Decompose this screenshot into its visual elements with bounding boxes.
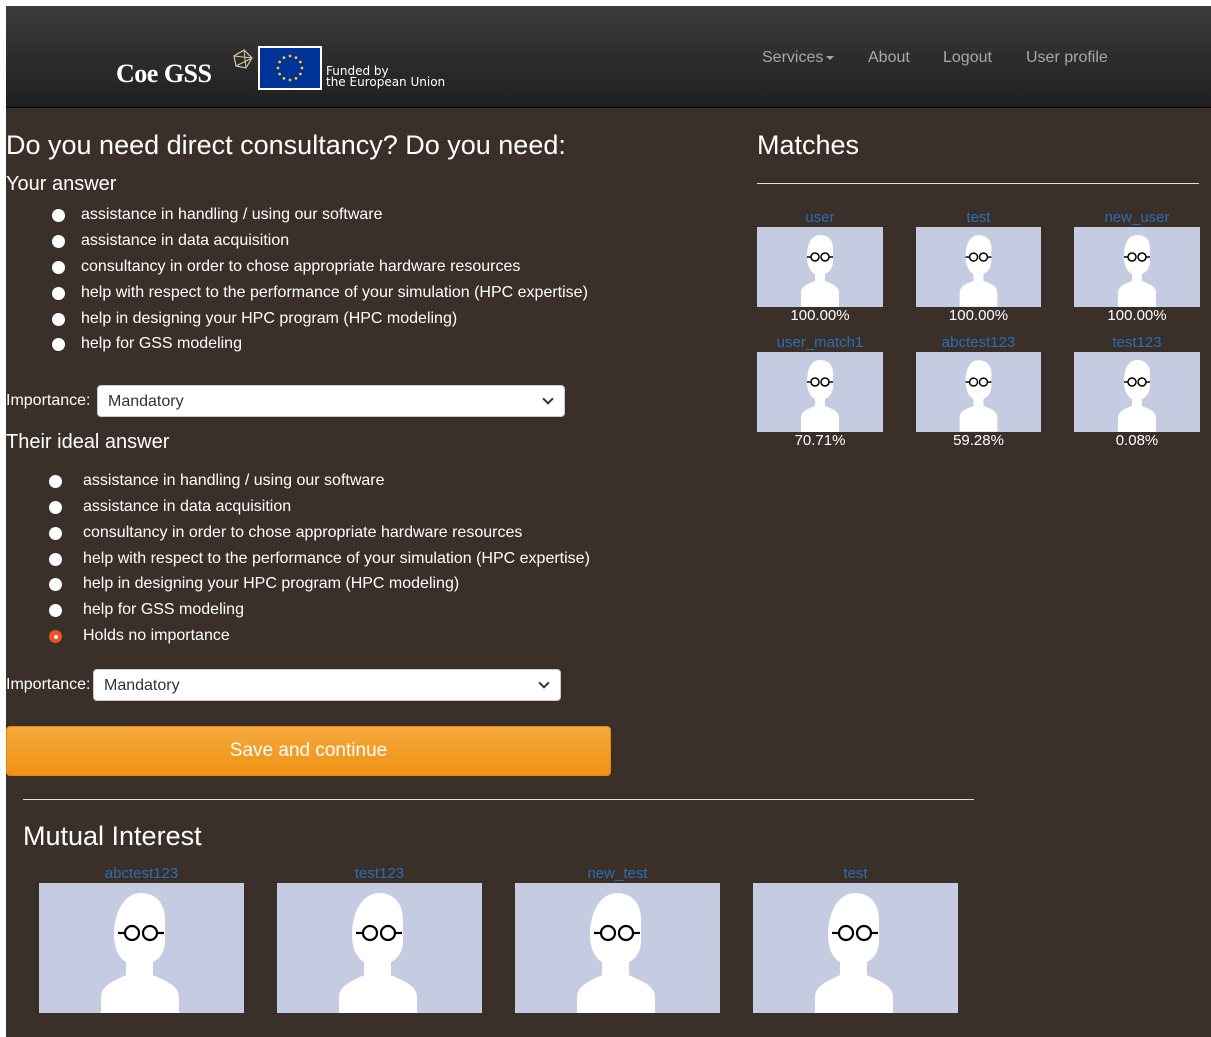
nav-user-profile[interactable]: User profile: [1026, 49, 1108, 67]
mutual-username-link[interactable]: abctest123: [39, 865, 244, 883]
importance-select-value: Mandatory: [108, 393, 184, 410]
user-avatar-icon: [277, 883, 482, 1013]
match-username-link[interactable]: abctest123: [916, 334, 1041, 352]
match-score: 100.00%: [790, 307, 850, 324]
ideal-importance-select[interactable]: Mandatory: [93, 669, 561, 701]
match-card[interactable]: user 100.00%: [757, 209, 883, 325]
match-card[interactable]: new_user 100.00%: [1074, 209, 1200, 325]
option-label: assistance in data acquisition: [81, 232, 290, 249]
option-label: Holds no importance: [83, 627, 230, 644]
match-score: 70.71%: [794, 432, 846, 449]
user-avatar-icon: [916, 227, 1041, 307]
mutual-card[interactable]: abctest123: [39, 865, 244, 1013]
match-card[interactable]: test123 0.08%: [1074, 334, 1200, 450]
match-username-link[interactable]: test: [916, 209, 1041, 227]
option-label: assistance in handling / using our softw…: [83, 472, 385, 489]
radio-button[interactable]: [49, 527, 62, 540]
match-score: 100.00%: [1107, 307, 1167, 324]
radio-button[interactable]: [49, 475, 62, 488]
option-label: assistance in data acquisition: [83, 498, 292, 515]
mutual-card[interactable]: test: [753, 865, 958, 1013]
page: Coe GSS Funded by the European Union Ser…: [6, 6, 1211, 1037]
radio-button[interactable]: [52, 209, 65, 222]
mutual-card[interactable]: new_test: [515, 865, 720, 1013]
mutual-username-link[interactable]: new_test: [515, 865, 720, 883]
radio-button[interactable]: [49, 553, 62, 566]
match-card[interactable]: abctest123 59.28%: [916, 334, 1041, 450]
radio-button[interactable]: [52, 287, 65, 300]
user-avatar-icon: [1074, 352, 1200, 432]
match-card[interactable]: user_match1 70.71%: [757, 334, 883, 450]
nav-services-label: Services: [762, 49, 824, 66]
radio-button[interactable]: [49, 578, 62, 591]
user-avatar-icon: [757, 227, 883, 307]
mutual-divider: [23, 799, 974, 800]
radio-button-checked[interactable]: [49, 630, 62, 643]
radio-button[interactable]: [52, 235, 65, 248]
user-avatar-icon: [39, 883, 244, 1013]
match-score: 59.28%: [953, 432, 1004, 449]
importance-label: Importance:: [6, 392, 91, 409]
match-score: 100.00%: [948, 307, 1009, 324]
match-username-link[interactable]: test123: [1074, 334, 1200, 352]
importance-select[interactable]: Mandatory: [97, 385, 565, 417]
caret-down-icon: [826, 55, 835, 60]
option-label: help with respect to the performance of …: [81, 284, 588, 301]
importance-label: Importance:: [6, 676, 91, 693]
user-avatar-icon: [916, 352, 1041, 432]
radio-button[interactable]: [49, 501, 62, 514]
save-and-continue-button[interactable]: Save and continue: [6, 726, 611, 776]
radio-button[interactable]: [52, 261, 65, 274]
nav-services[interactable]: Services: [762, 49, 835, 67]
nav-logout[interactable]: Logout: [943, 49, 992, 67]
match-score: 0.08%: [1115, 432, 1159, 449]
match-username-link[interactable]: new_user: [1074, 209, 1200, 227]
match-username-link[interactable]: user: [757, 209, 883, 227]
importance-select-value: Mandatory: [104, 677, 180, 694]
user-avatar-icon: [1074, 227, 1200, 307]
match-card[interactable]: test 100.00%: [916, 209, 1041, 325]
match-username-link[interactable]: user_match1: [757, 334, 883, 352]
user-avatar-icon: [515, 883, 720, 1013]
option-label: help in designing your HPC program (HPC …: [83, 575, 460, 592]
user-avatar-icon: [753, 883, 958, 1013]
mutual-interest-title: Mutual Interest: [23, 821, 202, 851]
nav-about[interactable]: About: [868, 49, 910, 67]
mutual-username-link[interactable]: test123: [277, 865, 482, 883]
coegss-logo[interactable]: Coe GSS: [116, 59, 212, 89]
question-title: Do you need direct consultancy? Do you n…: [6, 130, 566, 160]
option-label: assistance in handling / using our softw…: [81, 206, 383, 223]
matches-divider: [757, 183, 1199, 184]
radio-button[interactable]: [49, 604, 62, 617]
option-label: consultancy in order to chose appropriat…: [81, 258, 521, 275]
network-logo-icon: [233, 49, 253, 69]
chevron-down-icon: [538, 677, 550, 689]
eu-text-line2: the European Union: [326, 75, 446, 89]
option-label: help for GSS modeling: [83, 601, 244, 618]
radio-button[interactable]: [52, 338, 65, 351]
option-label: help with respect to the performance of …: [83, 550, 590, 567]
mutual-username-link[interactable]: test: [753, 865, 958, 883]
mutual-card[interactable]: test123: [277, 865, 482, 1013]
navbar: Coe GSS Funded by the European Union Ser…: [6, 6, 1211, 108]
option-label: help in designing your HPC program (HPC …: [81, 310, 458, 327]
your-answer-heading: Your answer: [6, 173, 117, 195]
ideal-answer-heading: Their ideal answer: [6, 431, 170, 453]
matches-title: Matches: [757, 130, 860, 160]
radio-button[interactable]: [52, 313, 65, 326]
eu-flag-icon: [258, 46, 322, 90]
eu-funding-text: Funded by the European Union: [326, 65, 446, 89]
user-avatar-icon: [757, 352, 883, 432]
chevron-down-icon: [542, 393, 554, 405]
option-label: help for GSS modeling: [81, 335, 242, 352]
option-label: consultancy in order to chose appropriat…: [83, 524, 523, 541]
